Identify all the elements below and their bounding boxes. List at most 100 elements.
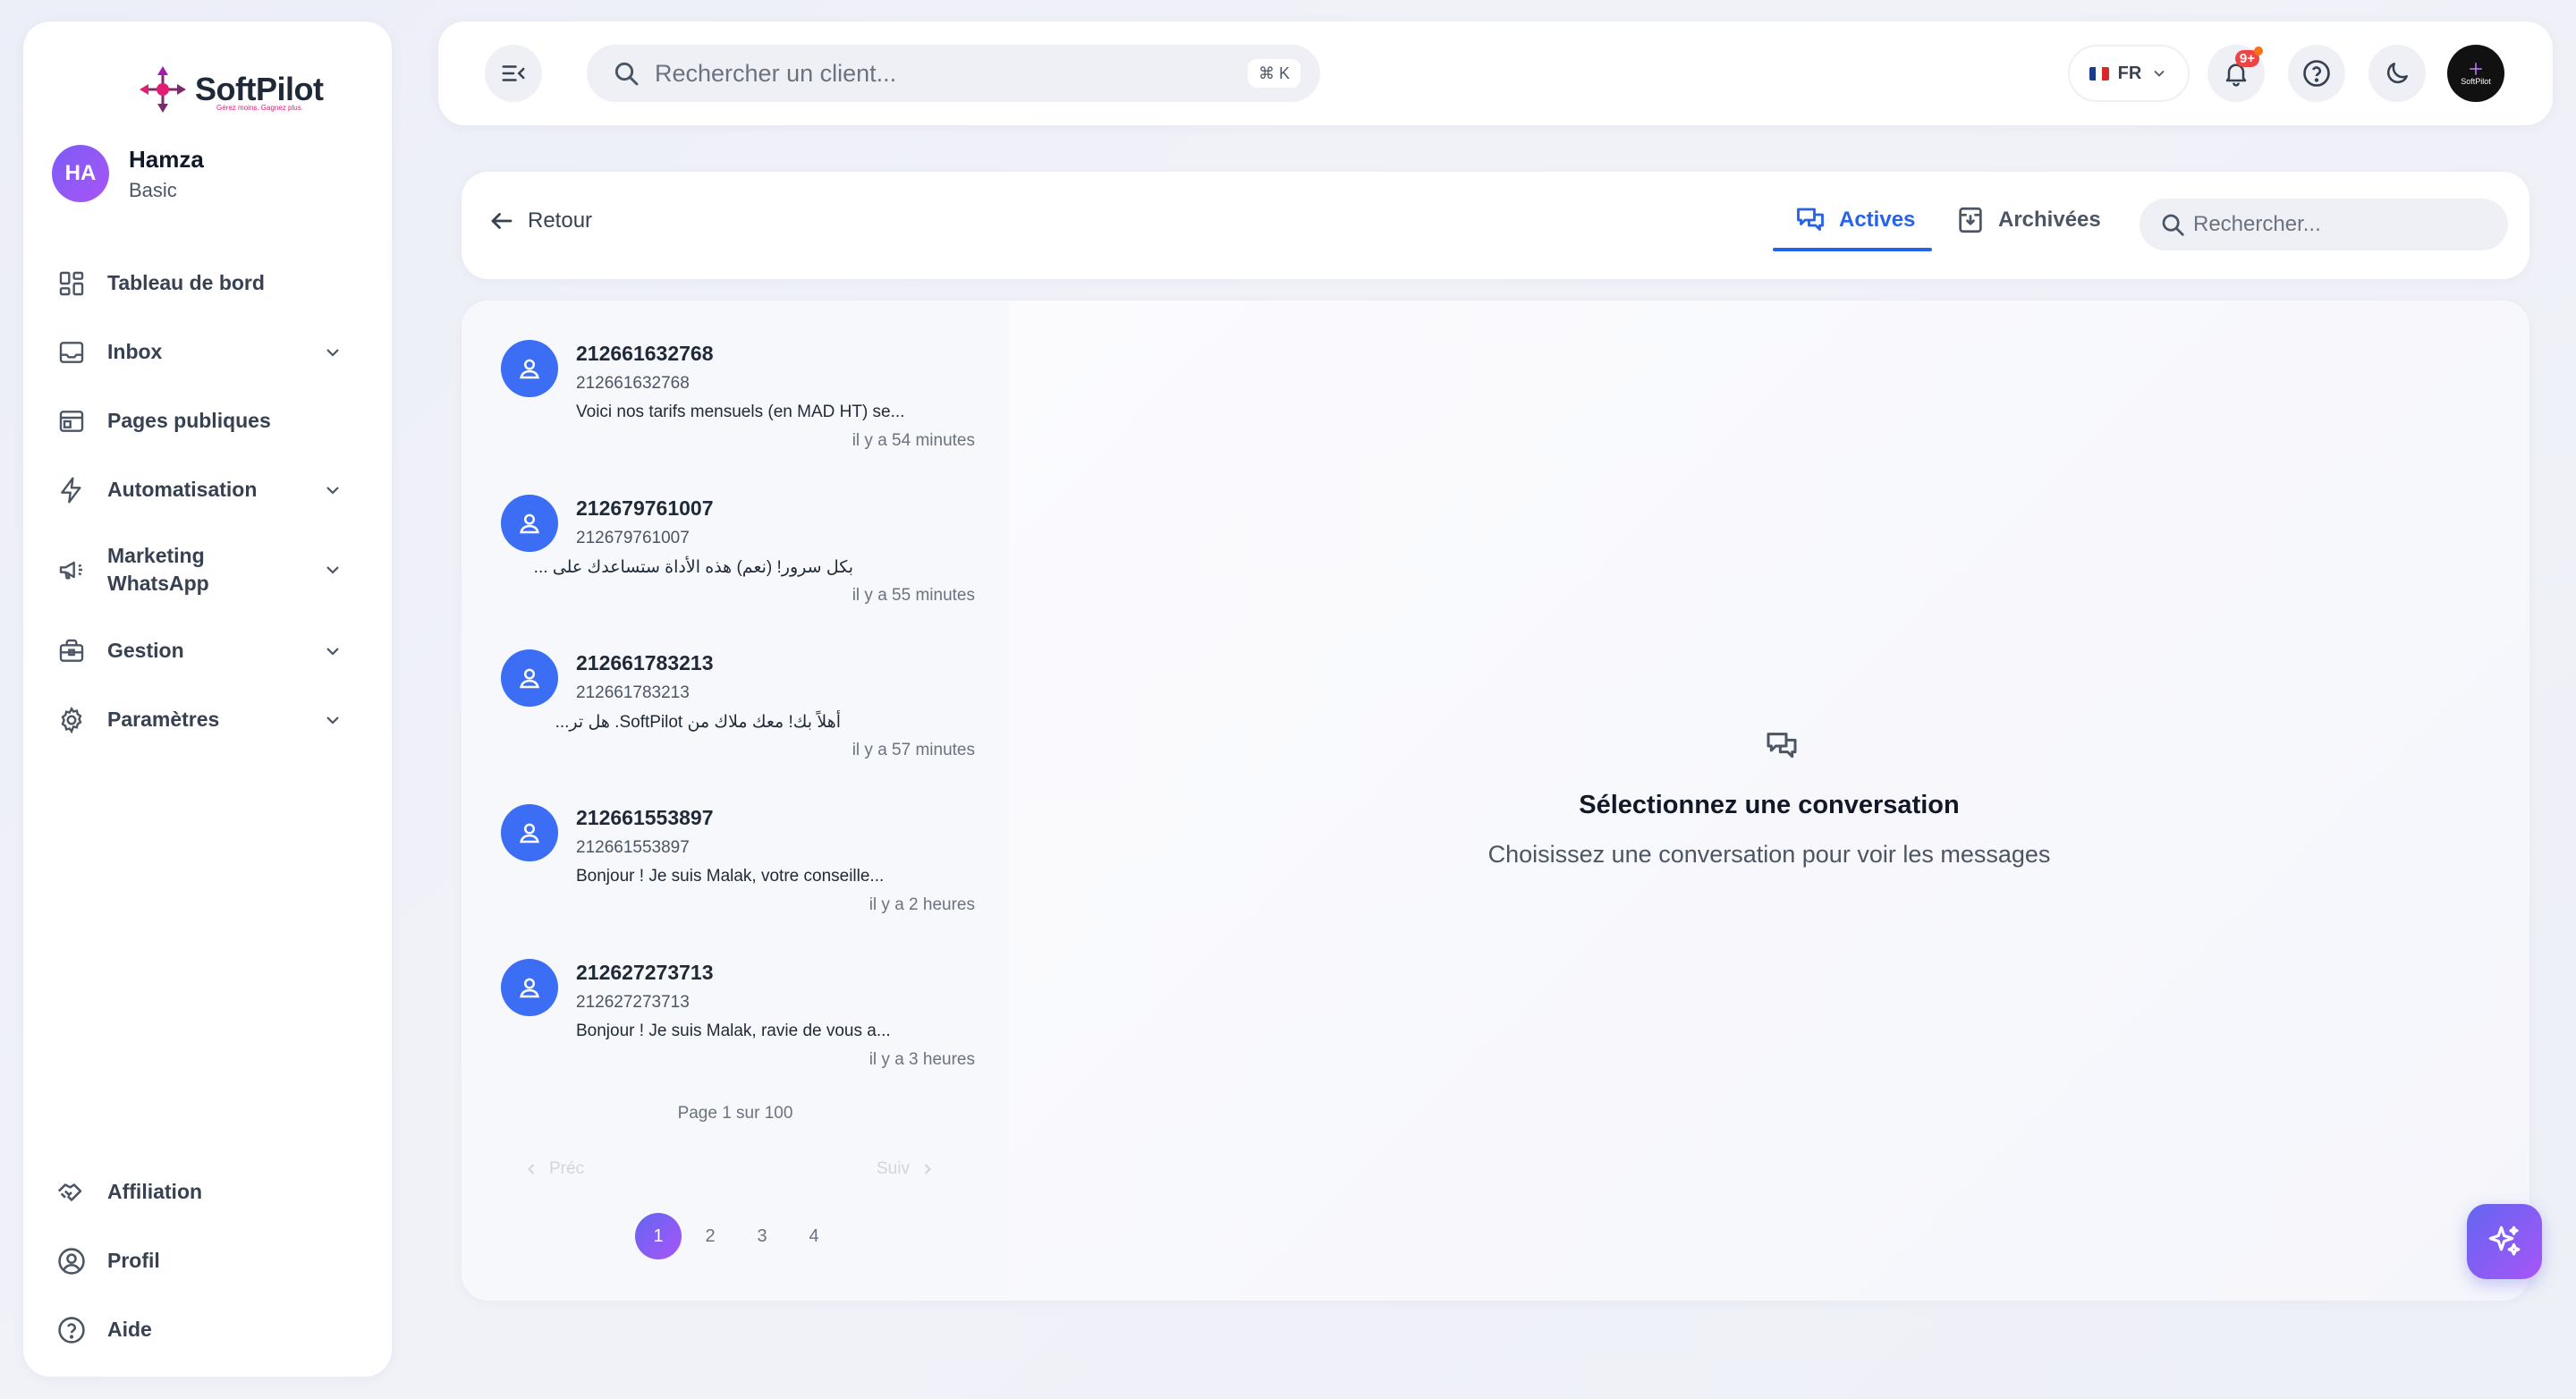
conversation-time: il y a 55 minutes (852, 586, 975, 605)
brand-name: SoftPilot (195, 71, 324, 107)
tab-archivees[interactable]: Archivées (1955, 195, 2101, 245)
user-profile[interactable]: HA Hamza Basic (52, 145, 204, 202)
page-number-button[interactable]: 1 (635, 1213, 682, 1259)
inbox-icon (55, 336, 88, 369)
conversation-empty-state: Sélectionnez une conversation Choisissez… (1009, 301, 2529, 1301)
conversation-item[interactable]: 212679761007 212679761007 بكل سرور! (نعم… (501, 455, 975, 605)
language-selector[interactable]: FR (2068, 45, 2190, 102)
conversation-name: 212661632768 (576, 342, 714, 365)
conversation-item[interactable]: 212627273713 212627273713 Bonjour ! Je s… (501, 920, 975, 1069)
sidebar-item-marketing-whatsapp[interactable]: Marketing WhatsApp (55, 542, 377, 598)
sidebar: SoftPilot Gérez moins. Gagnez plus. HA H… (23, 21, 392, 1377)
client-search-bar[interactable]: ⌘ K (587, 45, 1320, 102)
contact-avatar (501, 649, 558, 707)
search-icon (2159, 211, 2186, 238)
search-shortcut-hint: ⌘ K (1247, 59, 1301, 88)
conversation-time: il y a 2 heures (869, 895, 975, 914)
compass-logo-icon (138, 64, 188, 114)
sidebar-item-profile[interactable]: Profil (55, 1245, 377, 1277)
sidebar-item-dashboard[interactable]: Tableau de bord (55, 267, 377, 300)
france-flag-icon (2089, 66, 2109, 81)
dark-mode-toggle[interactable] (2368, 45, 2426, 102)
conversation-search-input[interactable] (2193, 212, 2497, 237)
conversation-item[interactable]: 212661632768 212661632768 Voici nos tari… (501, 301, 975, 450)
conversation-item[interactable]: 212661553897 212661553897 Bonjour ! Je s… (501, 765, 975, 914)
account-menu-button[interactable]: SoftPilot (2447, 45, 2504, 102)
inbox-toolbar: Retour Actives Archivées (462, 172, 2529, 279)
sidebar-item-automation[interactable]: Automatisation (55, 474, 377, 506)
sidebar-item-settings[interactable]: Paramètres (55, 704, 377, 736)
sidebar-item-affiliation[interactable]: Affiliation (55, 1176, 377, 1208)
back-label: Retour (528, 208, 593, 233)
sidebar-item-inbox[interactable]: Inbox (55, 336, 377, 369)
empty-state-subtitle: Choisissez une conversation pour voir le… (1487, 841, 2051, 868)
tab-actives[interactable]: Actives (1794, 195, 1915, 245)
help-button[interactable] (2288, 45, 2345, 102)
contact-avatar (501, 340, 558, 397)
chevron-left-icon (522, 1160, 540, 1178)
notification-dot (2254, 47, 2263, 55)
conversation-time: il y a 3 heures (869, 1050, 975, 1069)
notifications-button[interactable]: 9+ (2207, 45, 2265, 102)
next-page-button[interactable]: Suiv (877, 1159, 936, 1179)
ai-assistant-button[interactable] (2467, 1204, 2542, 1279)
sidebar-item-label: Pages publiques (107, 409, 271, 433)
chevron-right-icon (919, 1160, 936, 1178)
browser-icon (55, 405, 88, 437)
conversation-item[interactable]: 212661783213 212661783213 أهلاً بك! معك … (501, 610, 975, 759)
sparkles-icon (2486, 1223, 2523, 1260)
conversation-preview: Voici nos tarifs mensuels (en MAD HT) se… (576, 403, 905, 421)
user-name: Hamza (129, 145, 204, 173)
chevron-down-icon[interactable] (322, 709, 343, 731)
contact-avatar (501, 804, 558, 861)
app-window: SoftPilot Gérez moins. Gagnez plus. HA H… (0, 0, 2576, 1399)
conversation-name: 212679761007 (576, 496, 714, 520)
chevron-down-icon[interactable] (322, 559, 343, 581)
sidebar-item-gestion[interactable]: Gestion (55, 635, 377, 667)
compass-logo-icon (2468, 61, 2484, 77)
back-button[interactable]: Retour (488, 208, 592, 234)
conversation-preview: Bonjour ! Je suis Malak, ravie de vous a… (576, 1022, 891, 1040)
sidebar-item-label: Tableau de bord (107, 271, 265, 295)
conversation-name: 212627273713 (576, 961, 714, 984)
empty-state-title: Sélectionnez une conversation (1579, 791, 1960, 819)
conversation-time: il y a 54 minutes (852, 431, 975, 450)
sidebar-item-label: Paramètres (107, 708, 220, 732)
page-number-button[interactable]: 3 (739, 1213, 785, 1259)
chat-bubbles-icon (1794, 204, 1826, 236)
sidebar-item-label: Inbox (107, 340, 163, 364)
chevron-down-icon[interactable] (322, 479, 343, 501)
sidebar-item-label: Affiliation (107, 1180, 203, 1204)
page-numbers: 1 2 3 4 (635, 1213, 837, 1259)
brand-logo[interactable]: SoftPilot Gérez moins. Gagnez plus. (138, 64, 324, 114)
sidebar-item-help[interactable]: Aide (55, 1314, 377, 1346)
prev-page-label: Préc (549, 1159, 585, 1178)
conversation-preview: أهلاً بك! معك ملاك من SoftPilot. هل تر..… (555, 713, 841, 732)
brand-tagline: Gérez moins. Gagnez plus. (216, 104, 303, 112)
lightning-icon (55, 474, 88, 506)
sidebar-item-label: Marketing WhatsApp (107, 544, 209, 596)
tab-label: Actives (1839, 208, 1916, 232)
chevron-down-icon[interactable] (322, 640, 343, 662)
active-tab-indicator (1773, 248, 1932, 251)
page-number-button[interactable]: 2 (687, 1213, 733, 1259)
user-plan: Basic (129, 178, 177, 201)
conversation-time: il y a 57 minutes (852, 741, 975, 759)
archive-icon (1955, 205, 1986, 235)
sidebar-item-public-pages[interactable]: Pages publiques (55, 405, 377, 437)
prev-page-button[interactable]: Préc (522, 1159, 584, 1179)
help-icon (55, 1314, 88, 1346)
sidebar-toggle-button[interactable] (485, 45, 542, 102)
chevron-down-icon[interactable] (322, 342, 343, 363)
search-icon (612, 59, 640, 88)
conversation-phone: 212661553897 (576, 838, 690, 857)
client-search-input[interactable] (655, 59, 1227, 88)
contact-avatar (501, 959, 558, 1016)
dashboard-icon (55, 267, 88, 300)
conversation-name: 212661783213 (576, 651, 714, 674)
conversation-preview: بكل سرور! (نعم) هذه الأداة ستساعدك على .… (533, 558, 853, 577)
arrow-left-icon (488, 208, 515, 234)
page-number-button[interactable]: 4 (791, 1213, 837, 1259)
moon-icon (2383, 59, 2411, 88)
conversation-search-bar[interactable] (2140, 199, 2508, 250)
